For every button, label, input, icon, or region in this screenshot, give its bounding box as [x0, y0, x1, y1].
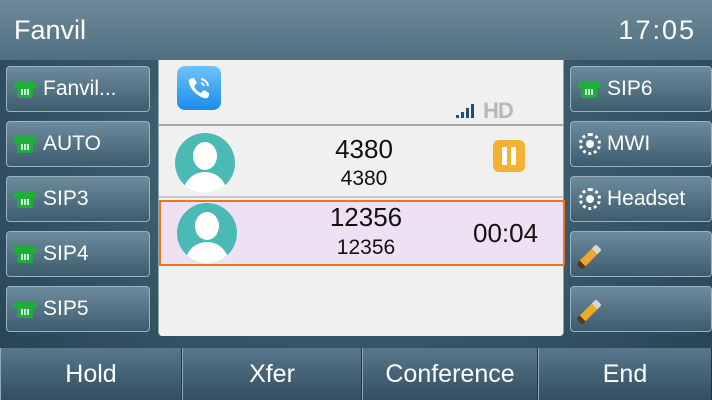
call-item-held[interactable]: 4380 4380 — [159, 128, 563, 198]
line-key-auto[interactable]: AUTO — [6, 121, 150, 167]
clock: 17:05 — [618, 15, 696, 45]
call-panel-header: HD — [159, 60, 563, 126]
end-call-button[interactable]: End — [538, 348, 712, 400]
caller-name: 12356 — [329, 202, 403, 232]
caller-number: 12356 — [336, 236, 396, 259]
phone-icon — [13, 80, 37, 98]
contact-avatar-icon — [175, 133, 235, 193]
mwi-icon — [579, 133, 601, 155]
phone-icon — [577, 80, 601, 98]
status-bar: Fanvil 17:05 — [0, 0, 712, 60]
signal-strength-icon — [456, 104, 478, 118]
call-item-active[interactable]: 12356 12356 00:04 — [159, 200, 565, 266]
hold-button[interactable]: Hold — [0, 348, 182, 400]
phone-icon — [13, 135, 37, 153]
pause-icon — [493, 140, 525, 172]
dss-key-label: MWI — [607, 132, 651, 155]
dss-key-label: SIP6 — [607, 77, 653, 100]
contact-avatar-icon — [177, 203, 237, 263]
phone-icon — [13, 245, 37, 263]
line-key-label: SIP5 — [43, 297, 89, 320]
line-key-label: AUTO — [43, 132, 101, 155]
dss-key-empty-2[interactable] — [570, 286, 712, 332]
caller-name: 4380 — [335, 134, 393, 164]
line-key-sip5[interactable]: SIP5 — [6, 286, 150, 332]
line-key-sip4[interactable]: SIP4 — [6, 231, 150, 277]
headset-icon — [579, 188, 601, 210]
conference-button[interactable]: Conference — [362, 348, 538, 400]
dss-key-empty-1[interactable] — [570, 231, 712, 277]
brand-label: Fanvil — [14, 15, 87, 45]
dss-key-sip6[interactable]: SIP6 — [570, 66, 712, 112]
hd-audio-badge: HD — [483, 98, 514, 123]
pencil-icon — [576, 244, 602, 270]
line-key-label: SIP3 — [43, 187, 89, 210]
caller-number: 4380 — [340, 167, 388, 190]
transfer-button[interactable]: Xfer — [182, 348, 362, 400]
dss-key-label: Headset — [607, 187, 686, 210]
line-key-label: SIP4 — [43, 242, 89, 265]
call-app-icon — [177, 66, 221, 110]
phone-icon — [13, 300, 37, 318]
dss-key-mwi[interactable]: MWI — [570, 121, 712, 167]
line-key-sip3[interactable]: SIP3 — [6, 176, 150, 222]
call-panel: HD 4380 4380 12356 12356 00:04 — [158, 60, 565, 336]
call-duration: 00:04 — [473, 218, 539, 248]
pencil-icon — [576, 299, 602, 325]
dss-key-headset[interactable]: Headset — [570, 176, 712, 222]
phone-screen: Fanvil 17:05 Fanvil... AUTO SIP3 SIP4 SI… — [0, 0, 712, 400]
line-key-fanvil[interactable]: Fanvil... — [6, 66, 150, 112]
line-key-label: Fanvil... — [43, 77, 117, 100]
phone-icon — [13, 190, 37, 208]
